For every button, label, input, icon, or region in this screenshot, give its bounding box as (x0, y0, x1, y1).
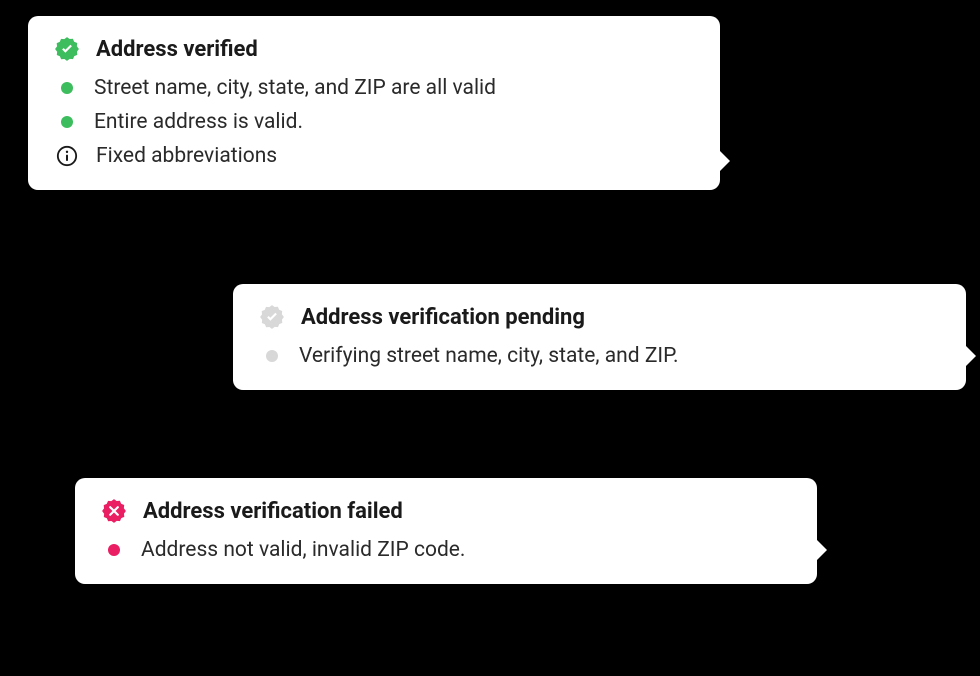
pending-badge-icon (259, 304, 285, 330)
failed-badge-icon (101, 498, 127, 524)
status-text: Fixed abbreviations (96, 144, 277, 168)
status-text: Entire address is valid. (94, 110, 303, 134)
status-row: Street name, city, state, and ZIP are al… (54, 76, 694, 100)
status-text: Verifying street name, city, state, and … (299, 344, 679, 368)
card-header: Address verification pending (259, 304, 940, 330)
info-icon (56, 145, 78, 167)
verification-card-failed: Address verification failed Address not … (75, 478, 817, 584)
card-title: Address verified (96, 37, 258, 62)
card-title: Address verification failed (143, 499, 403, 524)
status-dot-icon (108, 544, 120, 556)
card-header: Address verification failed (101, 498, 791, 524)
card-title: Address verification pending (301, 305, 585, 330)
status-dot-icon (61, 82, 73, 94)
status-row: Fixed abbreviations (54, 144, 694, 168)
card-header: Address verified (54, 36, 694, 62)
verification-card-verified: Address verified Street name, city, stat… (28, 16, 720, 190)
status-text: Address not valid, invalid ZIP code. (141, 538, 465, 562)
status-dot-icon (61, 116, 73, 128)
status-row: Address not valid, invalid ZIP code. (101, 538, 791, 562)
status-row: Verifying street name, city, state, and … (259, 344, 940, 368)
status-row: Entire address is valid. (54, 110, 694, 134)
verified-badge-icon (54, 36, 80, 62)
verification-card-pending: Address verification pending Verifying s… (233, 284, 966, 390)
status-text: Street name, city, state, and ZIP are al… (94, 76, 496, 100)
status-dot-icon (266, 350, 278, 362)
